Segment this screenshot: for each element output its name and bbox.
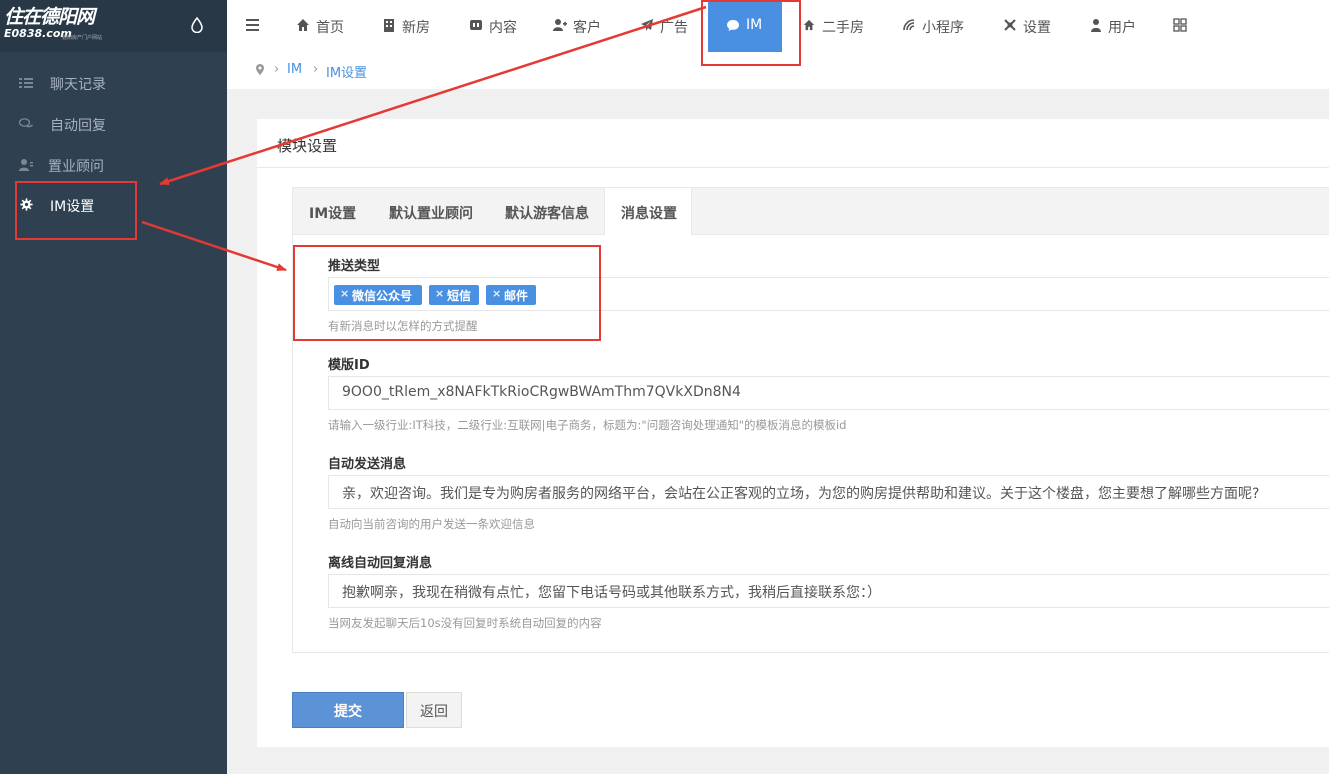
- annotation-arrow-to-sidebar: [159, 5, 707, 186]
- annotation-arrows: [141, 5, 707, 272]
- annotation-arrow-to-push-type: [141, 220, 287, 272]
